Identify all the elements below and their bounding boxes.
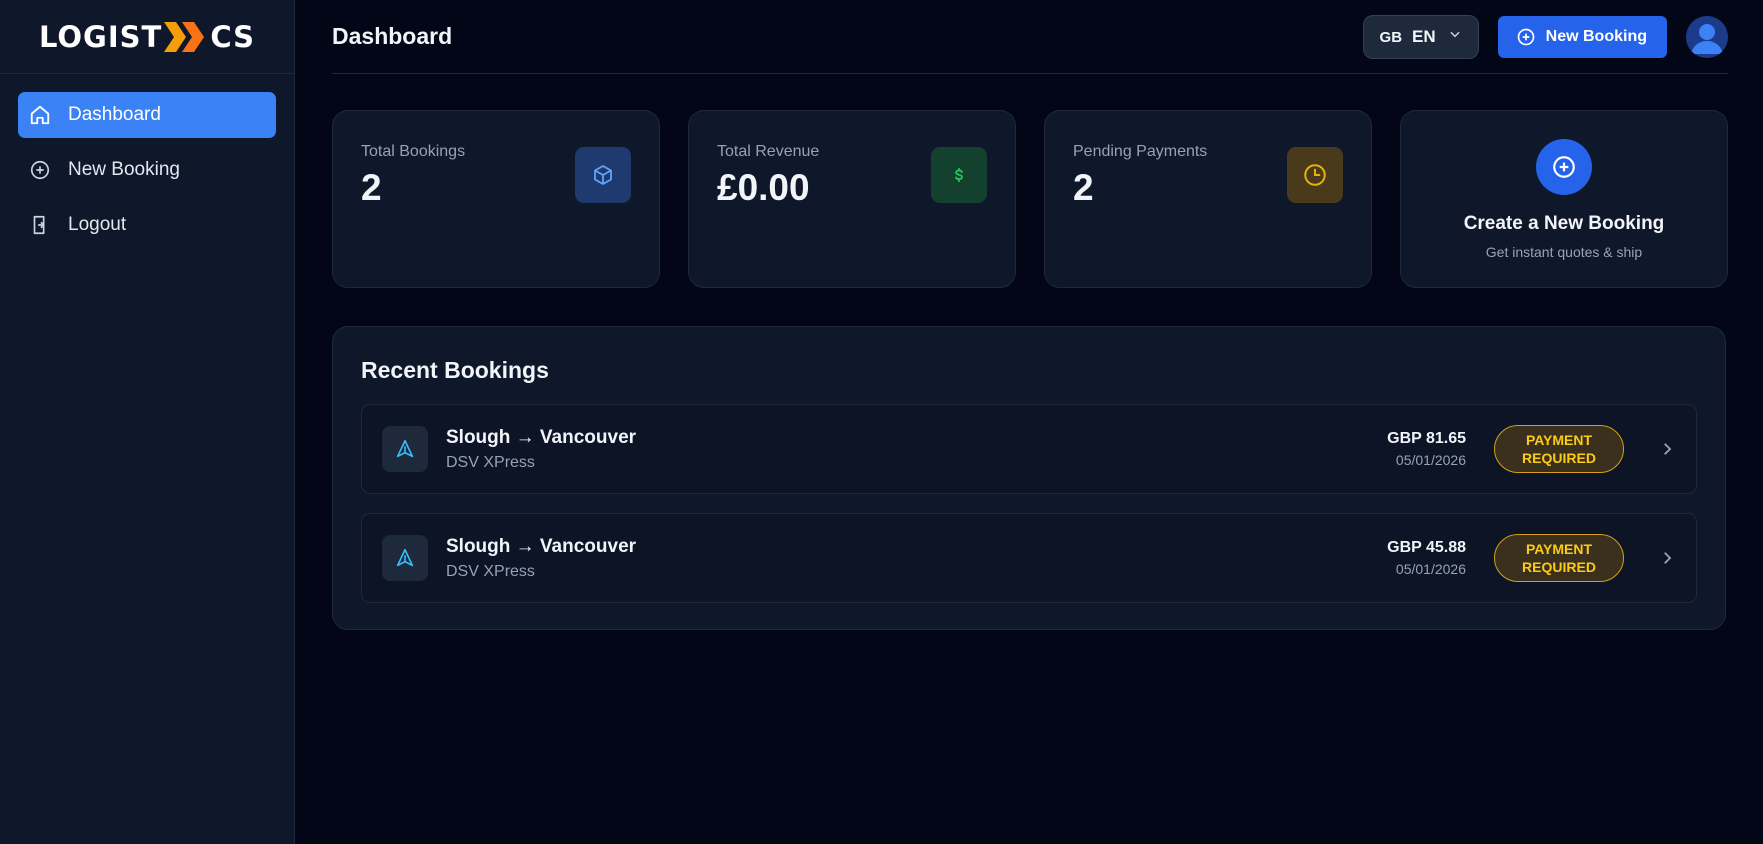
sidebar-item-new-booking[interactable]: New Booking	[18, 147, 276, 193]
plus-circle-icon	[28, 158, 52, 182]
page-title: Dashboard	[332, 23, 453, 49]
chevron-right-icon[interactable]	[1658, 440, 1676, 458]
create-booking-title: Create a New Booking	[1463, 213, 1665, 234]
topbar-actions: GB EN New Booking	[1362, 14, 1728, 59]
sidebar-nav: Dashboard New Booking Logout	[0, 74, 294, 275]
language-code: GB	[1379, 29, 1403, 46]
stat-value: 2	[361, 167, 382, 208]
navigation-arrow-icon	[382, 426, 428, 472]
booking-date: 05/01/2026	[1395, 561, 1466, 577]
booking-date: 05/01/2026	[1395, 452, 1466, 468]
stat-label: Total Bookings	[361, 143, 466, 160]
dollar-icon	[931, 147, 987, 203]
stat-card-total-bookings: Total Bookings 2	[332, 110, 660, 288]
sidebar-item-dashboard[interactable]: Dashboard	[18, 92, 276, 138]
topbar: Dashboard GB EN New Booking	[332, 0, 1728, 74]
language-name: EN	[1412, 26, 1436, 46]
stat-card-pending-payments: Pending Payments 2	[1044, 110, 1372, 288]
stat-card-total-revenue: Total Revenue £0.00	[688, 110, 1016, 288]
new-booking-button[interactable]: New Booking	[1497, 15, 1667, 58]
user-icon	[1686, 15, 1728, 58]
plus-circle-icon	[1516, 27, 1536, 47]
home-icon	[28, 103, 52, 127]
stat-value: 2	[1073, 167, 1094, 208]
recent-bookings-panel: Recent Bookings Slough → Vancouver DSV X…	[332, 326, 1726, 630]
booking-info: Slough → Vancouver DSV XPress	[446, 427, 1387, 472]
recent-bookings-title: Recent Bookings	[361, 357, 549, 383]
sidebar: LOGIST CS Dashboard New Booking Logout	[0, 0, 295, 844]
booking-price: GBP 81.65	[1387, 430, 1466, 447]
booking-info: Slough → Vancouver DSV XPress	[446, 536, 1387, 581]
create-booking-card[interactable]: Create a New Booking Get instant quotes …	[1400, 110, 1728, 288]
logo-wordmark: LOGIST CS	[39, 20, 255, 54]
sidebar-item-label: New Booking	[68, 159, 180, 180]
booking-amount: GBP 45.88 05/01/2026	[1387, 539, 1466, 577]
sidebar-item-label: Logout	[68, 214, 127, 235]
chevron-down-icon	[1448, 27, 1462, 46]
logout-icon	[28, 213, 52, 237]
booking-price: GBP 45.88	[1387, 539, 1466, 556]
booking-row[interactable]: Slough → Vancouver DSV XPress GBP 45.88 …	[361, 513, 1697, 603]
status-badge: PAYMENT REQUIRED	[1494, 534, 1624, 582]
logo-prefix: LOGIST	[38, 19, 163, 54]
status-badge: PAYMENT REQUIRED	[1494, 425, 1624, 473]
clock-icon	[1287, 147, 1343, 203]
booking-route: Slough → Vancouver	[446, 535, 637, 557]
stat-label: Pending Payments	[1073, 143, 1208, 160]
stats-row: Total Bookings 2 Total Revenue £0.00 Pen…	[332, 110, 1728, 288]
chevron-right-icon[interactable]	[1658, 549, 1676, 567]
booking-amount: GBP 81.65 05/01/2026	[1387, 430, 1466, 468]
sidebar-item-logout[interactable]: Logout	[18, 202, 276, 248]
app: LOGIST CS Dashboard New Booking Logout D…	[0, 0, 1763, 844]
navigation-arrow-icon	[382, 535, 428, 581]
stat-label: Total Revenue	[717, 143, 820, 160]
create-booking-subtitle: Get instant quotes & ship	[1485, 244, 1643, 260]
main-content: Dashboard GB EN New Booking Total Bookin…	[295, 0, 1763, 844]
booking-route: Slough → Vancouver	[446, 426, 637, 448]
stat-value: £0.00	[717, 167, 810, 208]
booking-carrier: DSV XPress	[446, 562, 535, 580]
plus-circle-icon	[1536, 139, 1592, 195]
booking-row[interactable]: Slough → Vancouver DSV XPress GBP 81.65 …	[361, 404, 1697, 494]
logo-suffix: CS	[210, 19, 256, 54]
language-selector[interactable]: GB EN	[1362, 14, 1479, 59]
new-booking-button-label: New Booking	[1545, 27, 1647, 45]
sidebar-item-label: Dashboard	[68, 104, 161, 125]
logo[interactable]: LOGIST CS	[0, 0, 294, 74]
logo-chevrons-icon	[164, 21, 208, 52]
avatar[interactable]	[1686, 15, 1728, 58]
booking-carrier: DSV XPress	[446, 453, 535, 471]
box-icon	[575, 147, 631, 203]
